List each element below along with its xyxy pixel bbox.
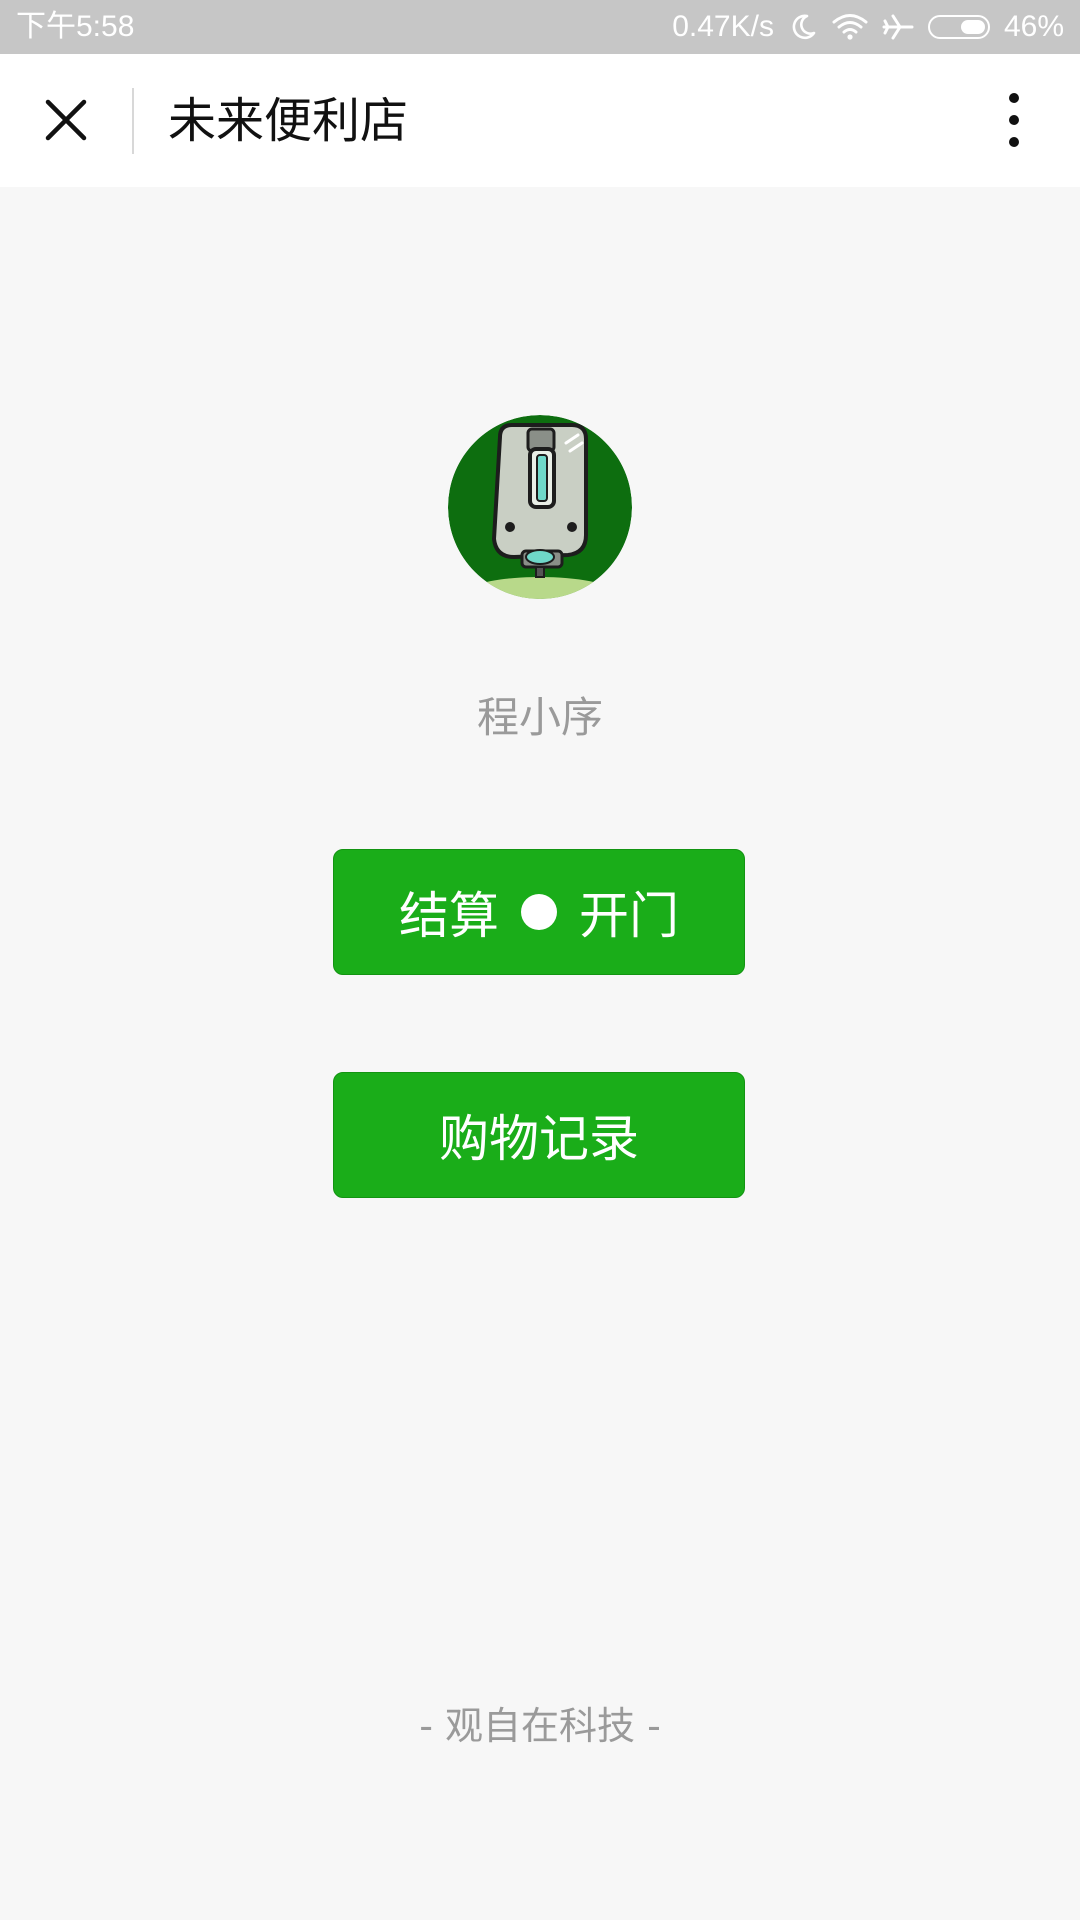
checkout-open-door-button[interactable]: 结算 开门 xyxy=(333,849,745,975)
close-button[interactable] xyxy=(30,84,102,156)
page-title: 未来便利店 xyxy=(168,93,409,149)
wifi-icon xyxy=(832,12,868,42)
app-header: 未来便利店 xyxy=(0,54,1080,187)
footer-brand: - 观自在科技 - xyxy=(419,1704,661,1748)
checkout-label: 结算 xyxy=(399,887,499,945)
robot-avatar-icon xyxy=(448,415,632,599)
avatar xyxy=(448,415,632,599)
battery-percent: 46% xyxy=(1003,10,1064,43)
purchase-history-button[interactable]: 购物记录 xyxy=(333,1072,745,1198)
header-divider xyxy=(132,88,134,154)
status-right: 0.47K/s 46% xyxy=(672,9,1064,45)
moon-icon xyxy=(788,12,818,42)
close-icon xyxy=(45,99,87,141)
screen: 下午5:58 0.47K/s 46% 未来便利店 程小序 结算 开门 购物记录 … xyxy=(0,0,1080,1920)
open-door-label: 开门 xyxy=(579,887,679,945)
status-bar: 下午5:58 0.47K/s 46% xyxy=(0,0,1080,54)
more-options-button[interactable] xyxy=(978,84,1050,156)
status-time: 下午5:58 xyxy=(16,10,135,43)
separator-dot-icon xyxy=(521,894,557,930)
more-vertical-icon xyxy=(1009,93,1019,147)
purchase-history-label: 购物记录 xyxy=(439,1110,639,1168)
battery-icon xyxy=(927,15,990,39)
battery-fill xyxy=(960,20,985,34)
network-speed: 0.47K/s xyxy=(672,10,774,43)
user-name: 程小序 xyxy=(476,693,603,742)
airplane-icon xyxy=(882,12,914,42)
